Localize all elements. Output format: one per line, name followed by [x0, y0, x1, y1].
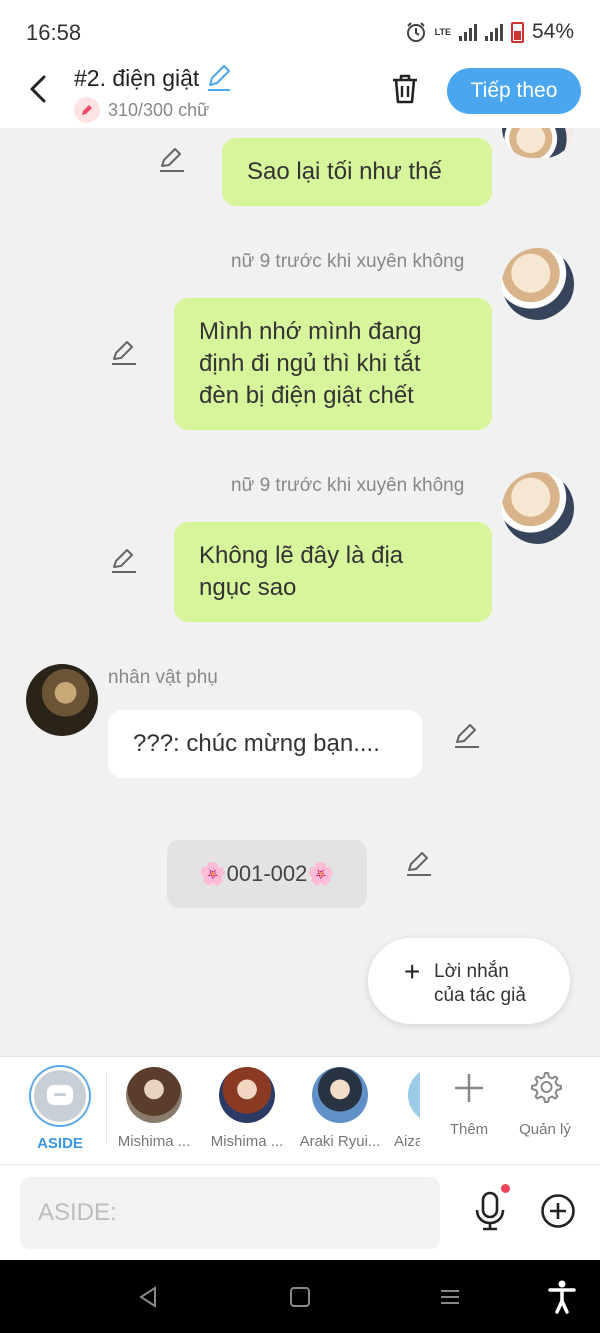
alarm-icon [406, 22, 425, 42]
message-input[interactable] [20, 1177, 440, 1249]
status-bar: 16:58 LTE 54% [0, 0, 600, 62]
speaker-name: nhân vật phụ [108, 667, 218, 688]
character-item[interactable]: Aiza [380, 1067, 420, 1150]
edit-message-icon[interactable] [453, 722, 481, 750]
status-icons: LTE 54% [405, 20, 574, 44]
character-item[interactable]: Araki Ryui... [297, 1067, 383, 1150]
character-item[interactable]: Mishima ... [111, 1067, 197, 1150]
avatar[interactable] [502, 472, 574, 544]
avatar[interactable] [502, 128, 574, 158]
character-avatar [126, 1067, 182, 1123]
chat-bubble-icon [47, 1085, 73, 1105]
word-count: 310/300 chữ [74, 97, 209, 123]
message-bubble[interactable]: Mình nhớ mình đang định đi ngủ thì khi t… [174, 298, 492, 430]
message-text-line: đèn bị điện giật chết [199, 382, 414, 409]
message-bubble[interactable]: Không lẽ đây là địa ngục sao [174, 522, 492, 622]
character-label: Araki Ryui... [299, 1133, 381, 1150]
trash-icon[interactable] [386, 70, 424, 108]
episode-title[interactable]: #2. điện giật [74, 64, 233, 92]
plus-icon: + [404, 956, 421, 987]
character-aside[interactable]: ASIDE [17, 1067, 103, 1152]
character-label: Aiza [394, 1133, 420, 1150]
avatar[interactable] [26, 664, 98, 736]
message-bubble[interactable]: ???: chúc mừng bạn.... [108, 710, 422, 778]
avatar[interactable] [502, 248, 574, 320]
divider [106, 1073, 107, 1143]
message-text: Sao lại tối như thế [247, 158, 442, 185]
message-text-line: định đi ngủ thì khi tắt [199, 350, 421, 377]
manage-label: Quản lý [519, 1121, 571, 1138]
network-type: LTE [434, 26, 451, 37]
system-nav-bar [0, 1260, 600, 1333]
back-triangle-icon[interactable] [136, 1285, 160, 1309]
signal-icon-2 [484, 23, 503, 41]
character-label: ASIDE [37, 1135, 83, 1152]
narration-text: 🌸001-002🌸 [199, 861, 335, 886]
edit-message-icon[interactable] [110, 339, 138, 367]
character-avatar [219, 1067, 275, 1123]
microphone-icon[interactable] [472, 1191, 508, 1231]
aside-avatar [31, 1067, 89, 1125]
accessibility-icon[interactable] [548, 1280, 576, 1314]
edit-message-icon[interactable] [405, 850, 433, 878]
edit-message-icon[interactable] [158, 146, 186, 174]
back-arrow-icon[interactable] [22, 72, 56, 106]
speaker-name: nữ 9 trước khi xuyên không [231, 475, 465, 496]
episode-title-text: #2. điện giật [74, 64, 200, 91]
message-bubble[interactable]: Sao lại tối như thế [222, 138, 492, 206]
status-time: 16:58 [26, 20, 82, 45]
character-avatar [312, 1067, 368, 1123]
input-bar [0, 1164, 600, 1260]
character-label: Mishima ... [210, 1133, 284, 1150]
home-square-icon[interactable] [288, 1285, 312, 1309]
next-button[interactable]: Tiếp theo [447, 68, 581, 114]
add-label: Thêm [449, 1121, 489, 1138]
character-bar: ASIDE Mishima ... Mishima ... Araki Ryui… [0, 1056, 600, 1164]
edit-message-icon[interactable] [110, 547, 138, 575]
message-text: ???: chúc mừng bạn.... [133, 730, 380, 757]
add-circle-icon[interactable] [540, 1193, 576, 1229]
message-text-line: Mình nhớ mình đang [199, 318, 422, 345]
editor-header: #2. điện giật 310/300 chữ Tiếp theo [0, 62, 600, 128]
message-text-line: Không lẽ đây là địa [199, 542, 404, 569]
narration-box[interactable]: 🌸001-002🌸 [167, 840, 367, 908]
character-label: Mishima ... [117, 1133, 191, 1150]
character-item[interactable]: Mishima ... [204, 1067, 290, 1150]
signal-icon [458, 23, 477, 41]
message-text-line: ngục sao [199, 574, 297, 601]
recording-dot [501, 1184, 510, 1193]
speaker-name: nữ 9 trước khi xuyên không [231, 251, 465, 272]
author-note-line: Lời nhắn [434, 961, 509, 982]
battery-level: 54% [531, 20, 574, 43]
add-character-button[interactable]: Thêm [434, 1069, 504, 1138]
author-note-button[interactable]: + Lời nhắn của tác giả [368, 938, 570, 1024]
character-avatar [408, 1067, 420, 1123]
pencil-badge-icon [74, 97, 100, 123]
word-count-text: 310/300 chữ [108, 99, 210, 120]
gear-icon [531, 1072, 562, 1103]
author-note-label: Lời nhắn của tác giả [434, 960, 526, 1008]
plus-icon [455, 1074, 483, 1102]
battery-icon [510, 21, 524, 43]
edit-title-icon[interactable] [205, 64, 233, 92]
recents-icon[interactable] [438, 1285, 462, 1309]
author-note-line: của tác giả [434, 985, 526, 1006]
manage-button[interactable]: Quản lý [510, 1069, 580, 1138]
